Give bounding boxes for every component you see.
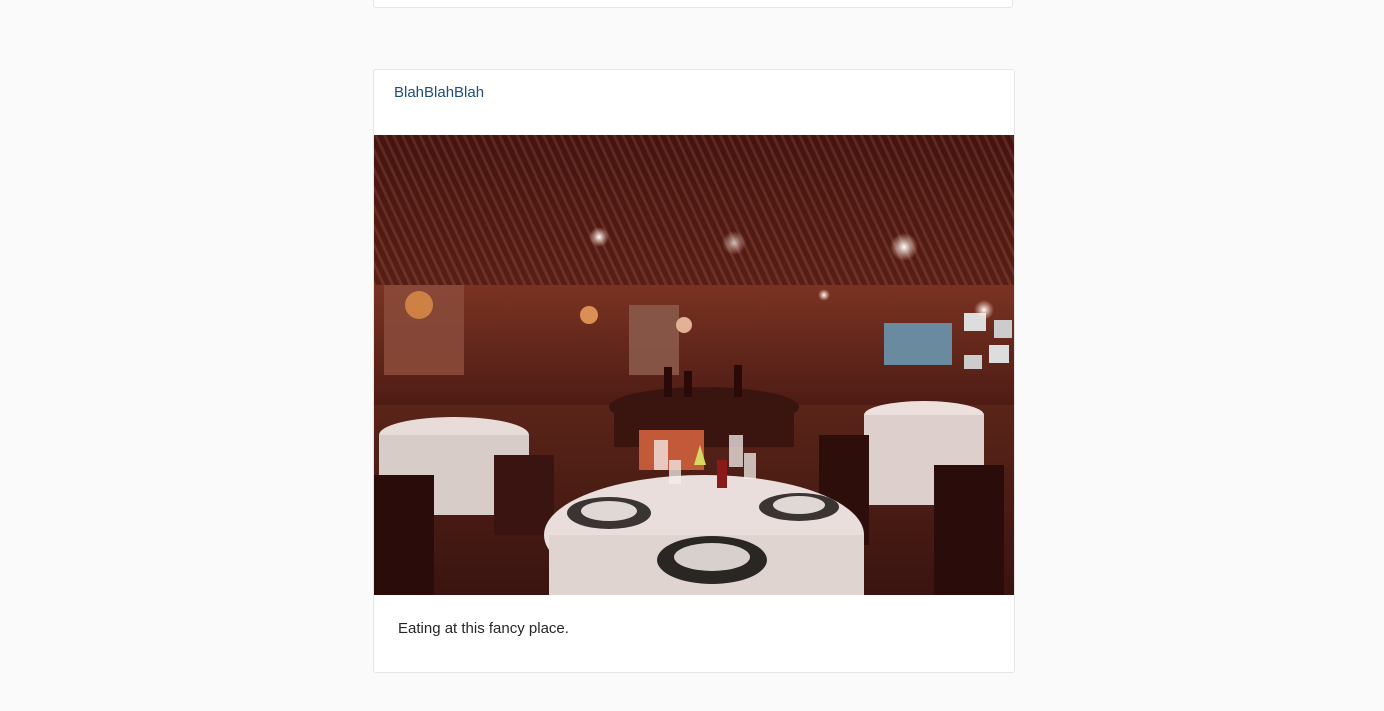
post-username-link[interactable]: BlahBlahBlah [394, 84, 484, 102]
previous-post-card [373, 0, 1013, 8]
restaurant-photo [374, 135, 1014, 595]
feed: BlahBlahBlah Eating at this fancy place. [0, 0, 1384, 711]
post-image[interactable] [374, 135, 1014, 595]
post-header: BlahBlahBlah [374, 70, 1014, 135]
post-card: BlahBlahBlah Eating at this fancy place. [373, 69, 1015, 673]
post-caption: Eating at this fancy place. [398, 620, 569, 637]
